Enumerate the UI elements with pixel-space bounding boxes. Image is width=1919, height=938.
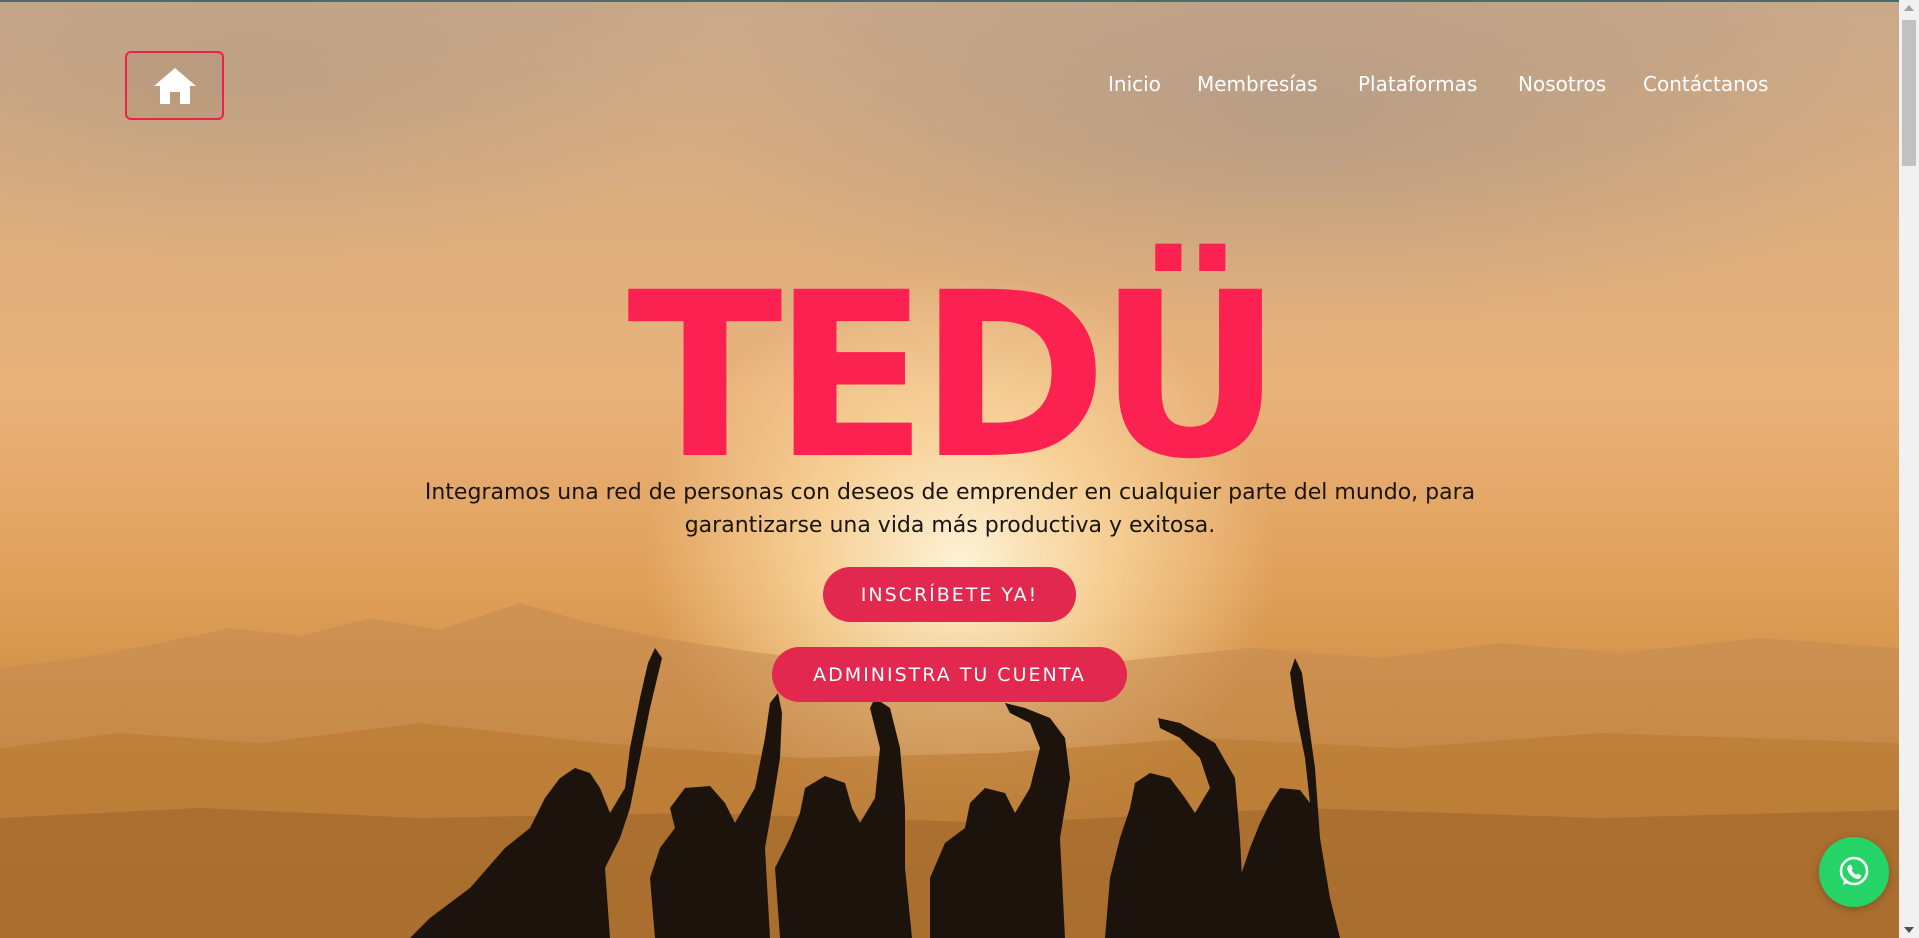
brand-logo: TEDÜ [627, 243, 1283, 509]
scrollbar-thumb[interactable] [1902, 20, 1916, 166]
whatsapp-icon [1839, 856, 1869, 886]
scroll-up-arrow-icon[interactable] [1904, 5, 1914, 11]
nav-item-inicio[interactable]: Inicio [1108, 72, 1161, 96]
scroll-down-arrow-icon[interactable] [1904, 927, 1914, 933]
page-scrollbar[interactable] [1899, 0, 1919, 938]
top-border [0, 0, 1919, 2]
tagline-line-1: Integramos una red de personas con deseo… [424, 480, 1476, 505]
signup-button[interactable]: INSCRÍBETE YA! [823, 567, 1076, 622]
nav-item-plataformas[interactable]: Plataformas [1358, 72, 1477, 96]
nav-item-nosotros[interactable]: Nosotros [1518, 72, 1606, 96]
whatsapp-button[interactable] [1819, 837, 1889, 907]
manage-account-button[interactable]: ADMINISTRA TU CUENTA [772, 647, 1127, 702]
nav-item-contactanos[interactable]: Contáctanos [1643, 72, 1768, 96]
main-nav: Inicio Membresías Plataformas Nosotros C… [0, 72, 1899, 102]
hero-tagline: Integramos una red de personas con deseo… [400, 476, 1500, 542]
tagline-line-2: garantizarse una vida más productiva y e… [684, 513, 1216, 538]
nav-item-membresias[interactable]: Membresías [1197, 72, 1317, 96]
